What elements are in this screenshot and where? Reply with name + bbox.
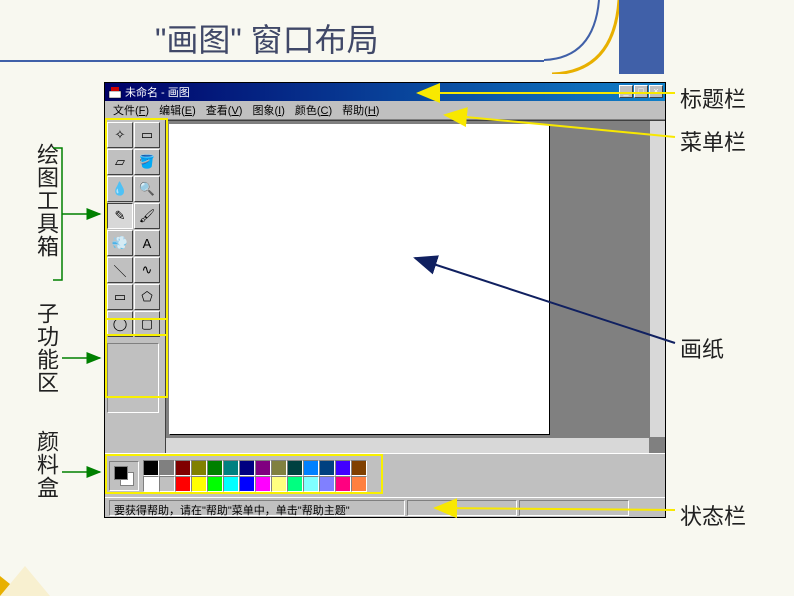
status-coords xyxy=(407,500,517,516)
status-text: 要获得帮助，请在"帮助"菜单中，单击"帮助主题" xyxy=(109,500,405,516)
label-palette: 颜料盒 xyxy=(30,430,62,499)
scrollbar-horizontal[interactable] xyxy=(166,437,649,453)
close-button[interactable]: × xyxy=(649,85,663,98)
statusbar: 要获得帮助，请在"帮助"菜单中，单击"帮助主题" xyxy=(105,497,665,517)
slide-title: "画图" 窗口布局 xyxy=(155,15,379,61)
label-statusbar: 状态栏 xyxy=(680,499,746,531)
decoration-line xyxy=(0,60,544,62)
label-subarea: 子功能区 xyxy=(30,302,62,394)
menu-c[interactable]: 颜色(C) xyxy=(291,101,336,119)
label-titlebar: 标题栏 xyxy=(680,82,746,114)
label-menubar: 菜单栏 xyxy=(680,125,746,157)
highlight-toolbox xyxy=(105,118,168,336)
canvas[interactable] xyxy=(169,124,549,434)
label-toolbox: 绘图工具箱 xyxy=(30,143,62,258)
corner-decoration xyxy=(0,556,60,596)
window-buttons: _ □ × xyxy=(619,85,663,98)
highlight-subarea xyxy=(105,318,168,398)
paint-window: 未命名 - 画图 _ □ × 文件(F)编辑(E)查看(V)图象(I)颜色(C)… xyxy=(104,82,666,518)
menu-v[interactable]: 查看(V) xyxy=(202,101,247,119)
decoration-curve xyxy=(544,0,664,74)
menu-h[interactable]: 帮助(H) xyxy=(338,101,383,119)
label-canvas: 画纸 xyxy=(680,332,724,364)
titlebar[interactable]: 未命名 - 画图 _ □ × xyxy=(105,83,665,101)
maximize-button[interactable]: □ xyxy=(634,85,648,98)
minimize-button[interactable]: _ xyxy=(619,85,633,98)
scrollbar-vertical[interactable] xyxy=(649,121,665,437)
menu-f[interactable]: 文件(F) xyxy=(109,101,153,119)
menu-e[interactable]: 编辑(E) xyxy=(155,101,200,119)
window-title: 未命名 - 画图 xyxy=(125,84,190,100)
canvas-area xyxy=(165,120,665,453)
menu-i[interactable]: 图象(I) xyxy=(248,101,288,119)
highlight-palette xyxy=(105,454,383,494)
client-area: ✧▭▱🪣💧🔍✎🖌💨A＼∿▭⬠◯▢ xyxy=(105,120,665,453)
menubar: 文件(F)编辑(E)查看(V)图象(I)颜色(C)帮助(H) xyxy=(105,101,665,120)
status-size xyxy=(519,500,629,516)
app-icon xyxy=(108,85,122,99)
